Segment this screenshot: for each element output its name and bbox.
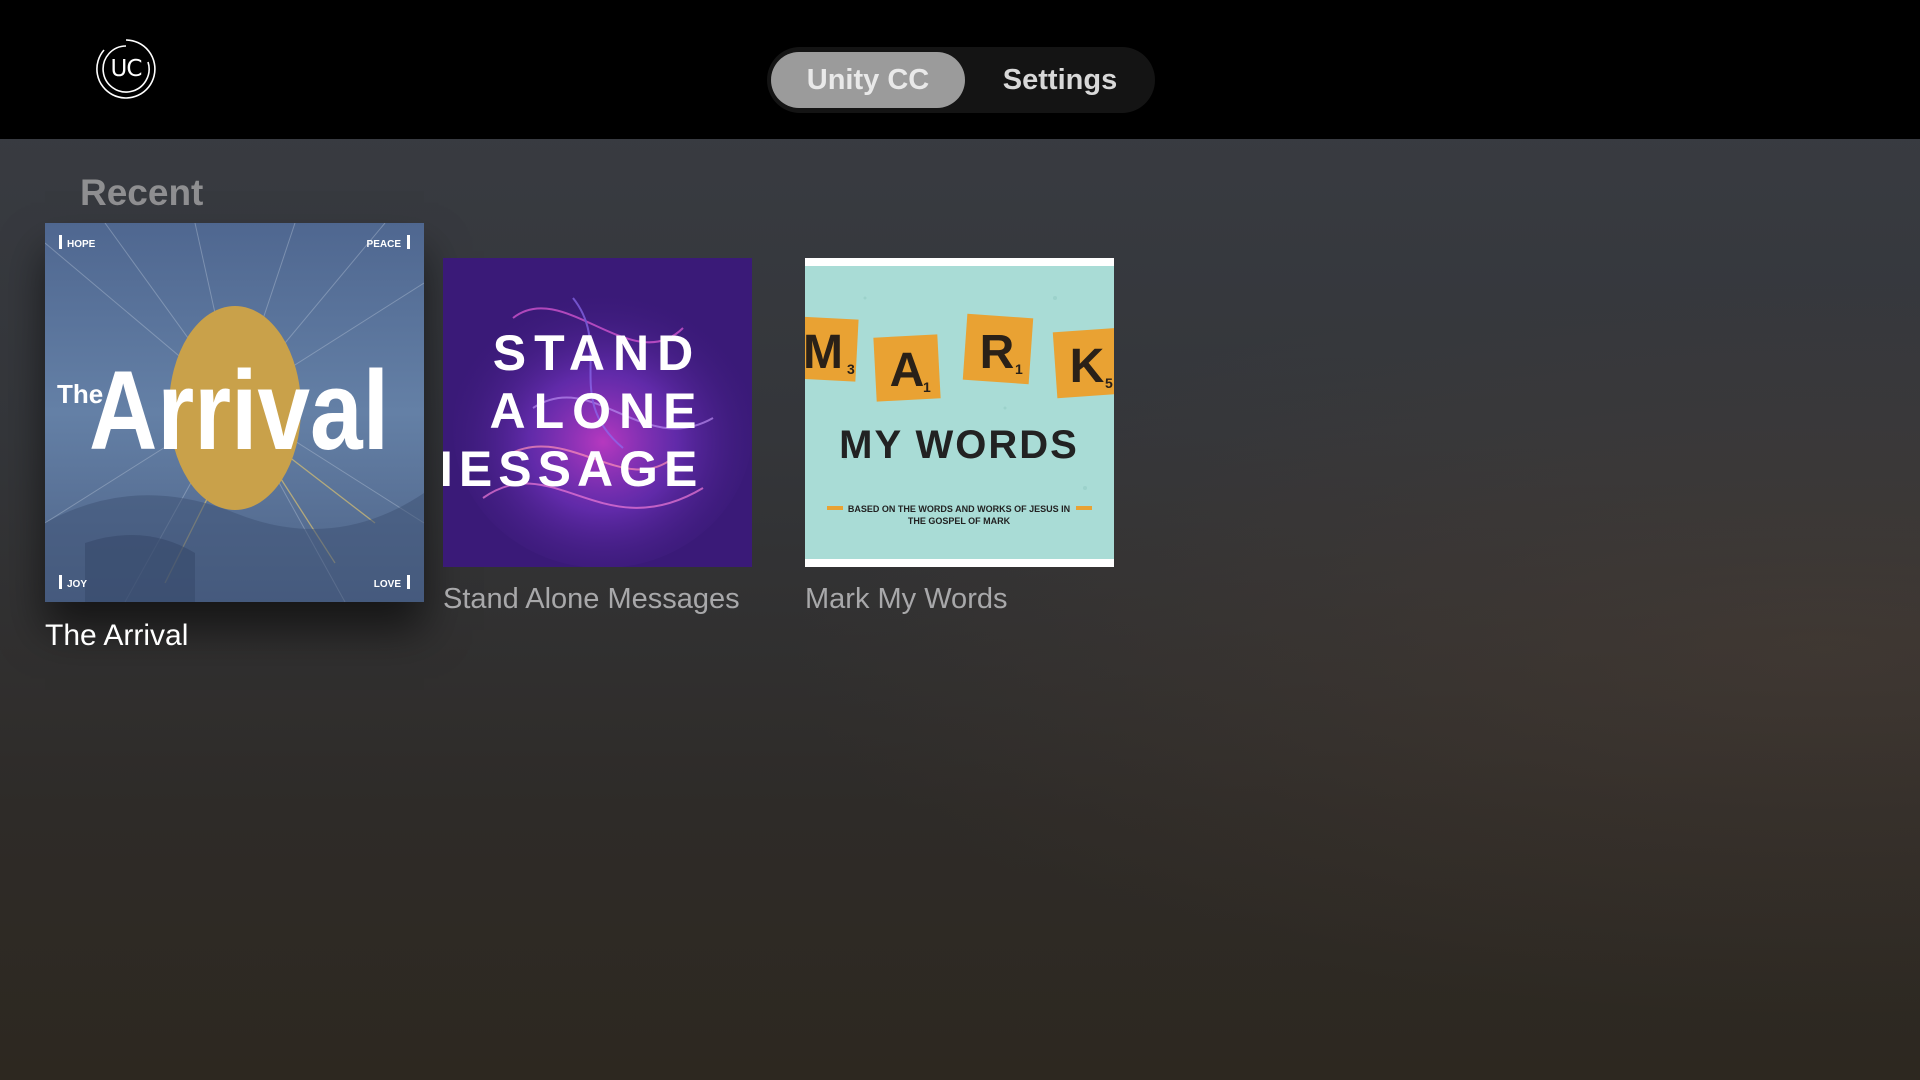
standalone-line3: IESSAGE (443, 441, 703, 497)
tab-bar: Unity CC Settings (767, 47, 1155, 113)
svg-text:M: M (805, 326, 843, 379)
arrival-corner-peace: PEACE (367, 239, 402, 250)
standalone-line2: ALONE (490, 383, 705, 439)
app-logo[interactable]: UC (94, 37, 158, 101)
svg-text:5: 5 (1105, 375, 1113, 391)
arrival-corner-love: LOVE (374, 579, 402, 590)
tab-unity-cc[interactable]: Unity CC (771, 52, 965, 108)
svg-text:K: K (1070, 340, 1105, 393)
mark-artwork-image: M 3 A 1 R 1 K 5 MY WORDS BASED ON THE WO… (805, 258, 1114, 567)
svg-text:3: 3 (847, 361, 855, 377)
card-title-the-arrival: The Arrival (45, 619, 189, 652)
card-title-stand-alone-messages: Stand Alone Messages (443, 583, 740, 615)
arrival-artwork-image: The Arrival HOPE PEACE JOY LOVE (45, 223, 424, 602)
svg-text:A: A (890, 344, 925, 397)
top-bar: UC Unity CC Settings (0, 0, 1920, 139)
mark-tagline-2: THE GOSPEL OF MARK (908, 516, 1011, 526)
svg-text:R: R (980, 326, 1015, 379)
artwork-stand-alone-messages: STAND ALONE IESSAGE (443, 258, 752, 567)
standalone-artwork-image: STAND ALONE IESSAGE (443, 258, 752, 567)
mark-tagline-1: BASED ON THE WORDS AND WORKS OF JESUS IN (848, 504, 1070, 514)
section-title-recent: Recent (80, 172, 204, 213)
mark-subtitle: MY WORDS (839, 423, 1079, 467)
svg-text:1: 1 (1015, 361, 1023, 377)
arrival-word-main: Arrival (89, 348, 389, 473)
artwork-mark-my-words: M 3 A 1 R 1 K 5 MY WORDS BASED ON THE WO… (805, 258, 1114, 567)
tab-settings[interactable]: Settings (969, 52, 1151, 108)
arrival-corner-hope: HOPE (67, 239, 96, 250)
svg-text:1: 1 (923, 379, 931, 395)
tile-m: M 3 (805, 316, 859, 382)
logo-text: UC (110, 56, 143, 82)
card-title-mark-my-words: Mark My Words (805, 583, 1008, 615)
artwork-the-arrival: The Arrival HOPE PEACE JOY LOVE (45, 223, 424, 602)
arrival-corner-joy: JOY (67, 579, 87, 590)
standalone-line1: STAND (493, 325, 702, 381)
